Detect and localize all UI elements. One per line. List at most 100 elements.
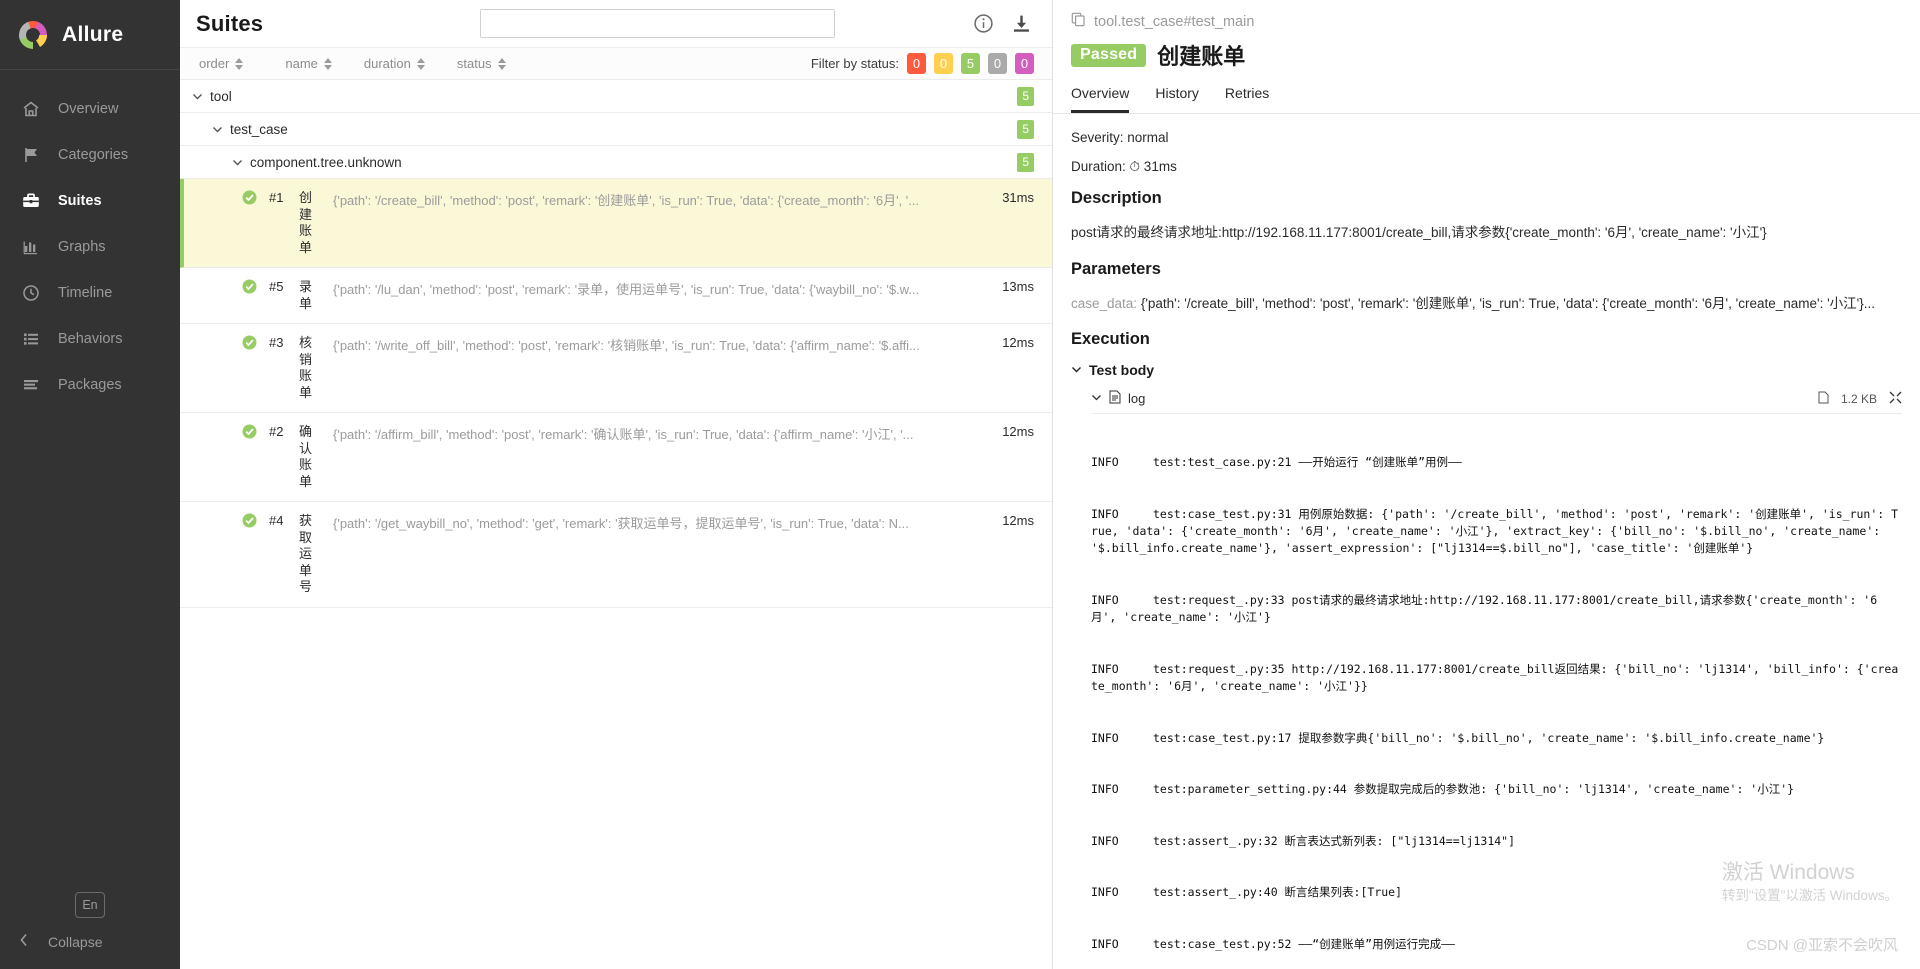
test-title-row: Passed 创建账单 — [1053, 33, 1920, 71]
case-duration: 13ms — [1002, 279, 1034, 294]
sort-name[interactable]: name — [285, 56, 332, 71]
sort-arrows-icon — [497, 57, 506, 70]
sidebar-item-timeline[interactable]: Timeline — [0, 270, 180, 316]
sidebar-item-graphs[interactable]: Graphs — [0, 224, 180, 270]
file-icon — [1818, 391, 1829, 407]
tab-retries[interactable]: Retries — [1225, 85, 1269, 113]
collapse-label: Collapse — [48, 933, 103, 950]
log-text: test:case_test.py:17 提取参数字典{'bill_no': '… — [1153, 730, 1825, 745]
case-description: {'path': '/write_off_bill', 'method': 'p… — [333, 338, 920, 353]
log-text: test:assert_.py:32 断言表达式新列表: ["lj1314==l… — [1153, 833, 1516, 848]
copy-icon[interactable] — [1071, 12, 1086, 31]
download-icon[interactable] — [1010, 13, 1032, 35]
header-icons — [972, 13, 1032, 35]
execution-heading: Execution — [1071, 330, 1150, 348]
test-detail-panel: tool.test_case#test_main Passed 创建账单 Ove… — [1053, 0, 1920, 969]
table-row[interactable]: #3 核销账单 {'path': '/write_off_bill', 'met… — [180, 324, 1052, 413]
test-title: 创建账单 — [1157, 44, 1246, 69]
status-passed-icon — [242, 424, 260, 442]
suites-header: Suites — [180, 0, 1052, 47]
parameter-value: {'path': '/create_bill', 'method': 'post… — [1137, 296, 1875, 311]
filter-badge-broken[interactable]: 0 — [934, 53, 953, 74]
log-text: test:case_test.py:31 用例原始数据: {'path': '/… — [1091, 507, 1899, 556]
file-text-icon — [1109, 390, 1121, 407]
status-filter: Filter by status: 0 0 5 0 0 — [811, 53, 1034, 74]
collapse-button[interactable]: Collapse — [0, 932, 180, 951]
case-name: 获取运单号 — [299, 513, 313, 594]
parameters-heading: Parameters — [1071, 260, 1161, 278]
sidebar-item-overview[interactable]: Overview — [0, 86, 180, 132]
sidebar-item-label: Timeline — [58, 285, 113, 301]
search-input[interactable] — [481, 10, 835, 37]
log-line: INFO test:assert_.py:32 断言表达式新列表: ["lj131… — [1091, 833, 1902, 850]
brand-name: Allure — [62, 22, 124, 46]
column-label: status — [456, 56, 492, 71]
sidebar-item-packages[interactable]: Packages — [0, 362, 180, 408]
tree-node-tool[interactable]: tool 5 — [180, 80, 1052, 113]
sort-duration[interactable]: duration — [364, 56, 425, 71]
fullscreen-icon[interactable] — [1889, 391, 1902, 407]
log-level: INFO — [1091, 937, 1119, 952]
breadcrumb: tool.test_case#test_main — [1053, 0, 1920, 33]
filter-badge-unknown[interactable]: 0 — [1015, 53, 1034, 74]
column-label: name — [285, 56, 318, 71]
clock-icon — [20, 282, 42, 304]
info-icon[interactable] — [972, 13, 994, 35]
log-level: INFO — [1091, 833, 1119, 848]
log-level: INFO — [1091, 507, 1119, 522]
log-attachment-row[interactable]: log 1.2 KB — [1091, 390, 1902, 407]
table-header: order name duration status Filter by sta… — [180, 47, 1052, 80]
filter-badge-skipped[interactable]: 0 — [988, 53, 1007, 74]
case-duration: 12ms — [1002, 424, 1034, 439]
tree-node-test-case[interactable]: test_case 5 — [180, 113, 1052, 146]
tree-node-component-tree-unknown[interactable]: component.tree.unknown 5 — [180, 146, 1052, 179]
status-passed-icon — [242, 513, 260, 531]
sort-arrows-icon — [323, 57, 332, 70]
tree-node-label: tool — [210, 88, 232, 104]
detail-body: Severity: normal Duration: ⏱ 31ms Descri… — [1053, 114, 1920, 969]
status-passed-icon — [242, 279, 260, 297]
tab-history[interactable]: History — [1155, 85, 1199, 113]
log-text: test:test_case.py:21 ——开始运行 “创建账单”用例—— — [1153, 455, 1462, 470]
sidebar-item-label: Behaviors — [58, 331, 123, 347]
sort-order[interactable]: order — [199, 56, 244, 71]
case-description: {'path': '/lu_dan', 'method': 'post', 'r… — [333, 282, 920, 297]
tree-node-label: component.tree.unknown — [250, 154, 402, 170]
language-button[interactable]: En — [75, 892, 105, 918]
log-line: INFO test:assert_.py:40 断言结果列表:[True] — [1091, 884, 1902, 901]
sort-arrows-icon — [235, 57, 244, 70]
log-size: 1.2 KB — [1840, 391, 1877, 406]
breadcrumb-text: tool.test_case#test_main — [1094, 13, 1255, 30]
log-line: INFO test:test_case.py:21 ——开始运行 “创建账单”用例… — [1091, 454, 1902, 471]
allure-logo-icon — [16, 18, 50, 52]
sidebar-item-categories[interactable]: Categories — [0, 132, 180, 178]
filter-label: Filter by status: — [810, 56, 899, 71]
search-box[interactable] — [480, 9, 836, 38]
sidebar-item-suites[interactable]: Suites — [0, 178, 180, 224]
log-line: INFO test:request_.py:35 http://192.168.1… — [1091, 661, 1902, 695]
log-line: INFO test:case_test.py:17 提取参数字典{'bill_no… — [1091, 730, 1902, 747]
table-row[interactable]: #1 创建账单 {'path': '/create_bill', 'method… — [180, 179, 1052, 268]
sidebar-item-label: Overview — [58, 101, 119, 117]
tree-node-count: 5 — [1017, 86, 1034, 106]
case-description: {'path': '/get_waybill_no', 'method': 'g… — [333, 516, 909, 531]
test-body-toggle[interactable]: Test body — [1071, 362, 1902, 378]
sidebar-footer: En Collapse — [0, 892, 180, 969]
filter-badge-failed[interactable]: 0 — [907, 53, 926, 74]
filter-badge-passed[interactable]: 5 — [961, 53, 980, 74]
bar-chart-icon — [20, 236, 42, 258]
tab-overview[interactable]: Overview — [1071, 85, 1130, 113]
status-passed-icon — [242, 335, 260, 353]
sidebar: Allure Overview Categories Suites Graphs… — [0, 0, 180, 969]
sort-status[interactable]: status — [457, 56, 506, 71]
table-row[interactable]: #5 录单 {'path': '/lu_dan', 'method': 'pos… — [180, 268, 1052, 324]
table-row[interactable]: #4 获取运单号 {'path': '/get_waybill_no', 'me… — [180, 502, 1052, 608]
table-row[interactable]: #2 确认账单 {'path': '/affirm_bill', 'method… — [180, 413, 1052, 502]
log-content: INFO test:test_case.py:21 ——开始运行 “创建账单”用例… — [1091, 413, 1902, 969]
status-badge: Passed — [1071, 43, 1147, 67]
chevron-down-icon — [1071, 362, 1082, 378]
chevron-left-icon — [18, 932, 30, 951]
sidebar-item-behaviors[interactable]: Behaviors — [0, 316, 180, 362]
case-order: #4 — [269, 513, 284, 528]
log-level: INFO — [1091, 782, 1119, 797]
